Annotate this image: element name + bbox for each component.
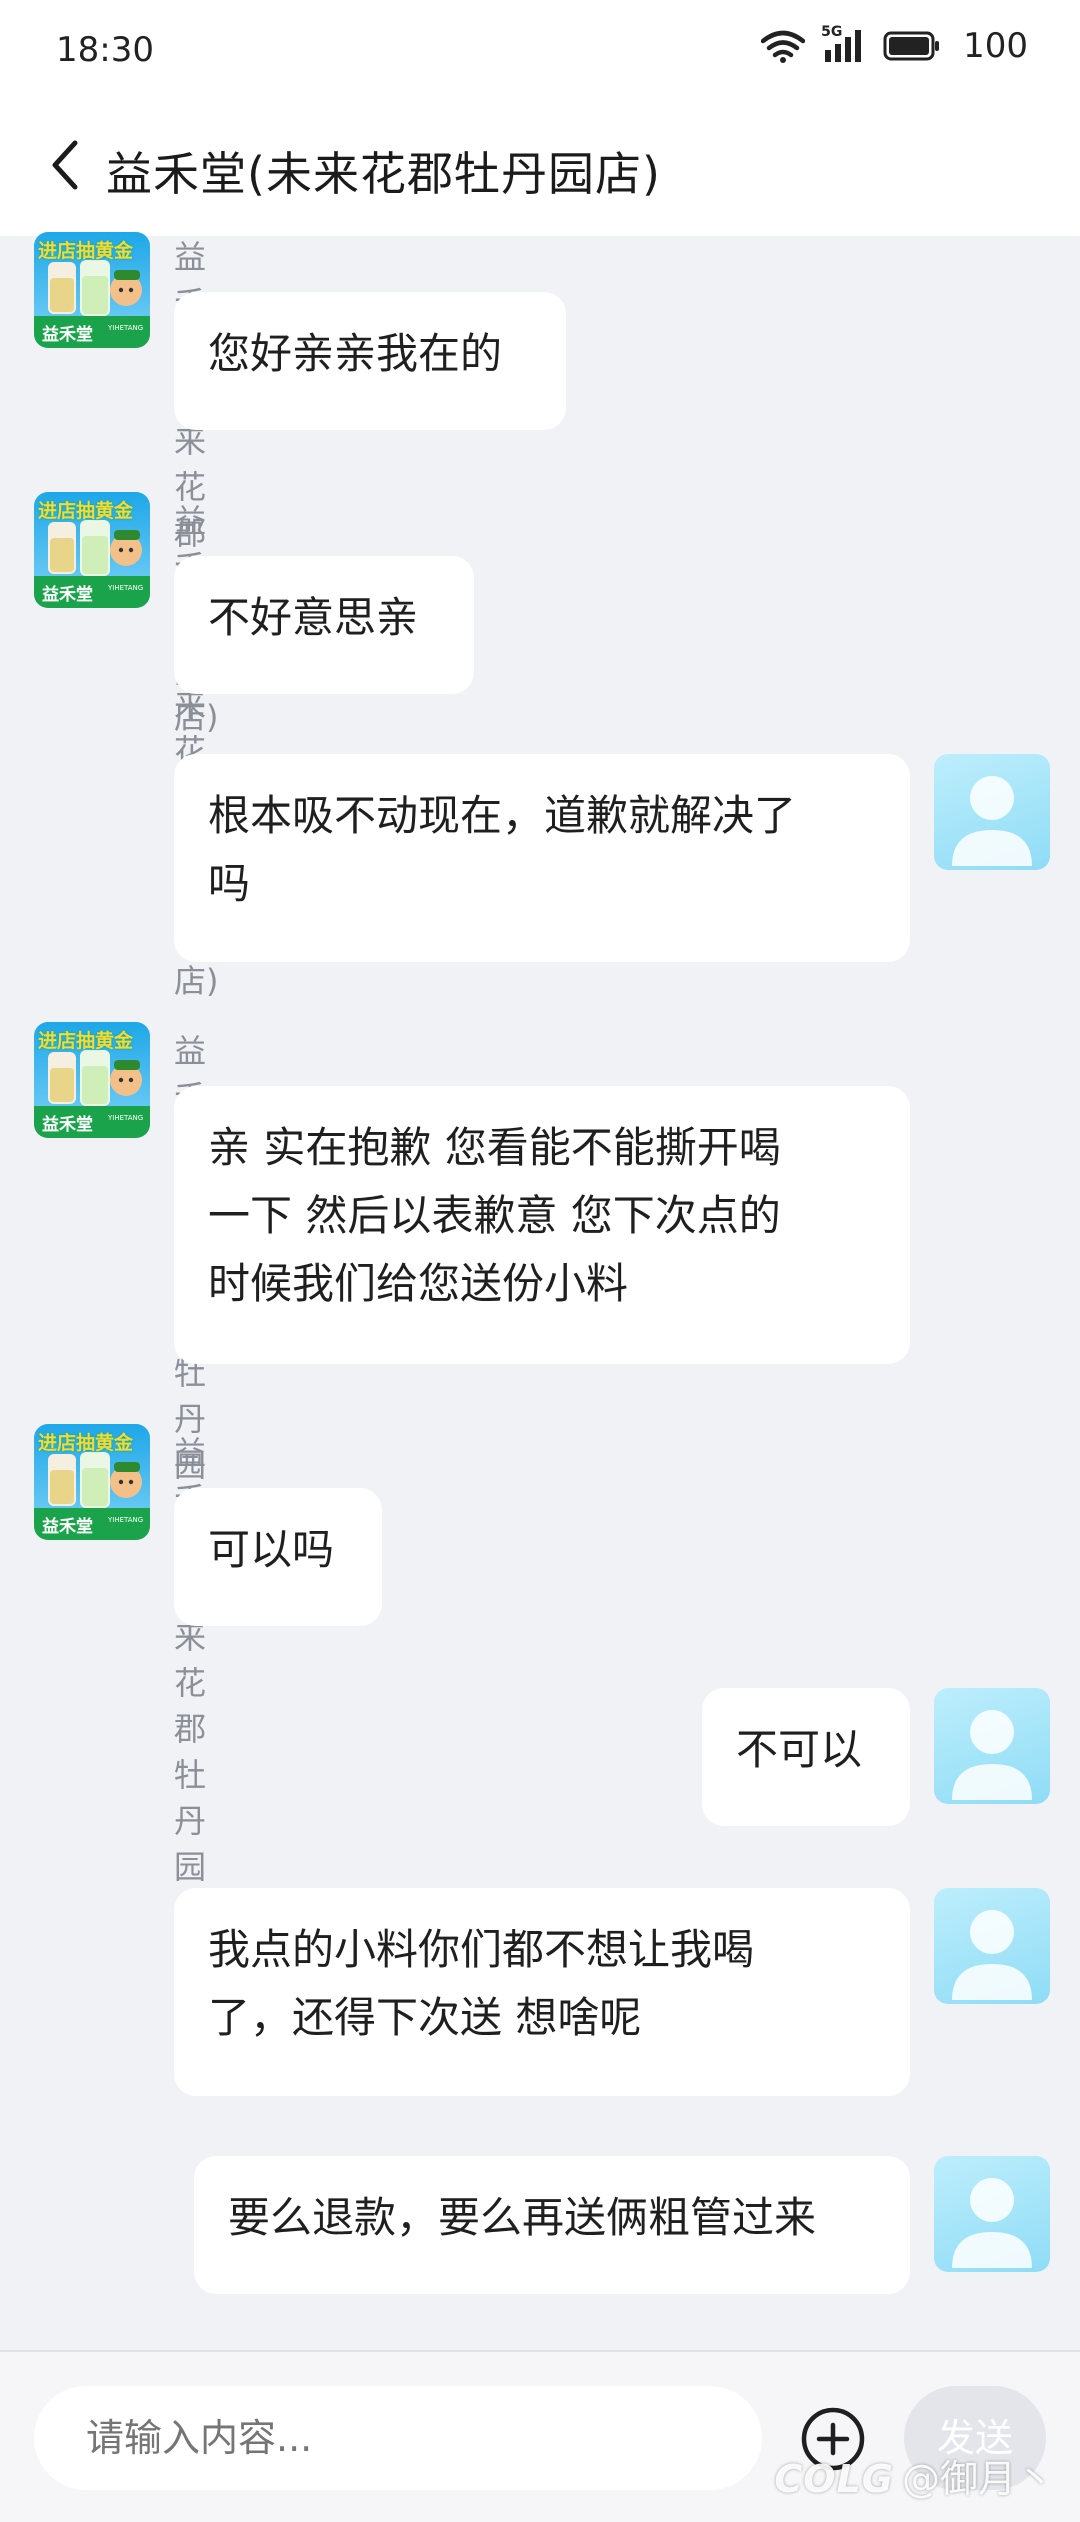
- user-silhouette-icon: [952, 2178, 1032, 2268]
- user-silhouette-icon: [952, 1910, 1032, 2000]
- shop-avatar[interactable]: 进店抽黄金益禾堂 YIHETANG: [34, 492, 150, 608]
- message-bubble[interactable]: 不可以: [702, 1688, 910, 1826]
- message-bubble[interactable]: 不好意思亲: [174, 556, 474, 694]
- watermark: COLG @御月丶: [774, 2448, 1054, 2503]
- page-title: 益禾堂(未来花郡牡丹园店): [106, 147, 661, 201]
- shop-badge-text: 进店抽黄金: [38, 1432, 134, 1454]
- battery-icon: [883, 31, 940, 61]
- watermark-handle: @御月丶: [901, 2457, 1054, 2501]
- shop-brand-text: 益禾堂: [42, 1517, 93, 1537]
- message-input[interactable]: [34, 2386, 762, 2490]
- shop-brand-sub: YIHETANG: [108, 324, 144, 332]
- shop-badge-text: 进店抽黄金: [38, 240, 134, 262]
- user-avatar[interactable]: [934, 2156, 1050, 2272]
- user-silhouette-icon: [952, 776, 1032, 866]
- wifi-icon: [761, 30, 806, 63]
- status-bar: 18:30 5G 100: [0, 0, 1080, 100]
- cellular-signal-icon: 5G: [821, 24, 867, 64]
- battery-level: 100: [963, 26, 1028, 66]
- watermark-logo: COLG: [774, 2457, 894, 2501]
- message-bubble[interactable]: 亲 实在抱歉 您看能不能撕开喝 一下 然后以表歉意 您下次点的 时候我们给您送份…: [174, 1086, 910, 1364]
- user-avatar[interactable]: [934, 1888, 1050, 2004]
- nav-bar: 益禾堂(未来花郡牡丹园店): [0, 100, 1080, 236]
- shop-brand-sub: YIHETANG: [108, 584, 144, 592]
- shop-avatar[interactable]: 进店抽黄金益禾堂 YIHETANG: [34, 1022, 150, 1138]
- shop-brand-sub: YIHETANG: [108, 1516, 144, 1524]
- status-time: 18:30: [56, 30, 154, 70]
- message-bubble[interactable]: 我点的小料你们都不想让我喝 了，还得下次送 想啥呢: [174, 1888, 910, 2096]
- shop-avatar[interactable]: 进店抽黄金益禾堂 YIHETANG: [34, 1424, 150, 1540]
- shop-brand-text: 益禾堂: [42, 1115, 93, 1135]
- status-icons: 5G 100: [761, 24, 1028, 66]
- shop-brand-text: 益禾堂: [42, 325, 93, 345]
- user-avatar[interactable]: [934, 754, 1050, 870]
- shop-brand-text: 益禾堂: [42, 585, 93, 605]
- shop-brand-sub: YIHETANG: [108, 1114, 144, 1122]
- message-bubble[interactable]: 可以吗: [174, 1488, 382, 1626]
- message-bubble[interactable]: 要么退款，要么再送俩粗管过来: [194, 2156, 910, 2294]
- user-silhouette-icon: [952, 1710, 1032, 1800]
- back-button[interactable]: [30, 130, 100, 200]
- shop-avatar[interactable]: 进店抽黄金益禾堂 YIHETANG: [34, 232, 150, 348]
- shop-badge-text: 进店抽黄金: [38, 1030, 134, 1052]
- shop-badge-text: 进店抽黄金: [38, 500, 134, 522]
- user-avatar[interactable]: [934, 1688, 1050, 1804]
- message-bubble[interactable]: 您好亲亲我在的: [174, 292, 566, 430]
- message-bubble[interactable]: 根本吸不动现在，道歉就解决了 吗: [174, 754, 910, 962]
- chevron-left-icon: [52, 140, 78, 190]
